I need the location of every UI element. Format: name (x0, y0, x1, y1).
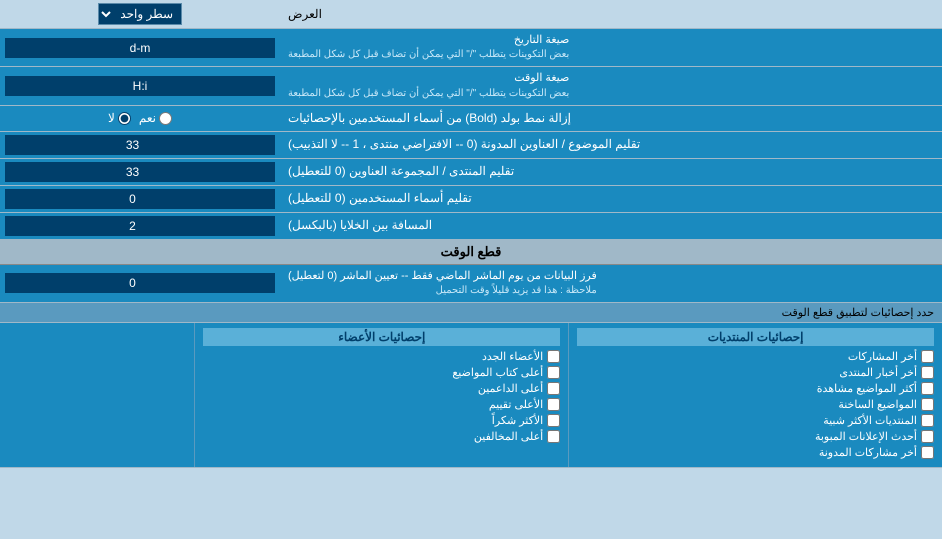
checkbox-row-10: أعلى الداعمين (203, 382, 560, 395)
checkbox-row-4: المواضيع الساخنة (577, 398, 934, 411)
cell-spacing-input-cell (0, 213, 280, 239)
checkbox-hot-topics[interactable] (921, 398, 934, 411)
time-format-input-cell (0, 67, 280, 104)
checkbox-most-viewed[interactable] (921, 382, 934, 395)
checkbox-row-8: الأعضاء الجدد (203, 350, 560, 363)
usernames-input[interactable] (5, 189, 275, 209)
topic-titles-input-cell (0, 132, 280, 158)
date-format-input-cell (0, 29, 280, 66)
date-format-input[interactable] (5, 38, 275, 58)
checkbox-row-13: أعلى المخالفين (203, 430, 560, 443)
checkbox-row-5: المنتديات الأكثر شبية (577, 414, 934, 427)
checkbox-row-1: أخر المشاركات (577, 350, 934, 363)
usernames-row: تقليم أسماء المستخدمين (0 للتعطيل) (0, 186, 942, 213)
checkboxes-col1: إحصائيات المنتديات أخر المشاركات أخر أخب… (568, 323, 942, 467)
checkboxes-col2: إحصائيات الأعضاء الأعضاء الجدد أعلى كتاب… (194, 323, 568, 467)
checkbox-top-supporters[interactable] (547, 382, 560, 395)
checkbox-most-thanked[interactable] (547, 414, 560, 427)
view-dropdown[interactable]: سطر واحد سطرين ثلاثة أسطر (98, 3, 182, 25)
forum-titles-input[interactable] (5, 162, 275, 182)
checkboxes-area: إحصائيات المنتديات أخر المشاركات أخر أخب… (0, 323, 942, 468)
bold-no-radio[interactable] (118, 112, 131, 125)
bold-yes-label[interactable]: نعم (139, 111, 172, 125)
forum-titles-input-cell (0, 159, 280, 185)
bold-remove-row: إزالة نمط بولد (Bold) من أسماء المستخدمي… (0, 106, 942, 132)
bold-yes-radio[interactable] (159, 112, 172, 125)
checkbox-most-similar[interactable] (921, 414, 934, 427)
usernames-label: تقليم أسماء المستخدمين (0 للتعطيل) (280, 186, 942, 212)
col2-title: إحصائيات الأعضاء (203, 328, 560, 346)
dropdown-cell: سطر واحد سطرين ثلاثة أسطر (0, 0, 280, 28)
checkbox-row-11: الأعلى تقييم (203, 398, 560, 411)
checkbox-row-7: أخر مشاركات المدونة (577, 446, 934, 459)
section-header-cutoff: قطع الوقت (0, 240, 942, 265)
checkbox-top-rated[interactable] (547, 398, 560, 411)
checkbox-latest-blog[interactable] (921, 446, 934, 459)
usernames-input-cell (0, 186, 280, 212)
checkbox-top-writers[interactable] (547, 366, 560, 379)
date-format-label: صيغة التاريخ بعض التكوينات يتطلب "/" الت… (280, 29, 942, 66)
cell-spacing-label: المسافة بين الخلايا (بالبكسل) (280, 213, 942, 239)
header-row: العرض سطر واحد سطرين ثلاثة أسطر (0, 0, 942, 29)
bold-remove-radio-cell: نعم لا (0, 106, 280, 131)
col1-title: إحصائيات المنتديات (577, 328, 934, 346)
checkbox-latest-posts[interactable] (921, 350, 934, 363)
time-format-input[interactable] (5, 76, 275, 96)
checkbox-row-12: الأكثر شكراً (203, 414, 560, 427)
checkbox-latest-news[interactable] (921, 366, 934, 379)
bold-remove-label: إزالة نمط بولد (Bold) من أسماء المستخدمي… (280, 106, 942, 131)
topic-titles-label: تقليم الموضوع / العناوين المدونة (0 -- ا… (280, 132, 942, 158)
cell-spacing-row: المسافة بين الخلايا (بالبكسل) (0, 213, 942, 240)
header-label: العرض (280, 0, 942, 28)
cutoff-row: فرز البيانات من يوم الماشر الماضي فقط --… (0, 265, 942, 303)
checkbox-row-2: أخر أخبار المنتدى (577, 366, 934, 379)
cutoff-input-cell (0, 265, 280, 302)
topic-titles-row: تقليم الموضوع / العناوين المدونة (0 -- ا… (0, 132, 942, 159)
time-format-row: صيغة الوقت بعض التكوينات يتطلب "/" التي … (0, 67, 942, 105)
cutoff-input[interactable] (5, 273, 275, 293)
cutoff-label: فرز البيانات من يوم الماشر الماضي فقط --… (280, 265, 942, 302)
topic-titles-input[interactable] (5, 135, 275, 155)
time-format-label: صيغة الوقت بعض التكوينات يتطلب "/" التي … (280, 67, 942, 104)
bold-no-label[interactable]: لا (108, 111, 131, 125)
checkboxes-col3 (0, 323, 194, 467)
checkbox-top-violators[interactable] (547, 430, 560, 443)
checkbox-row-6: أحدث الإعلانات المبوبة (577, 430, 934, 443)
cell-spacing-input[interactable] (5, 216, 275, 236)
checkbox-latest-classified[interactable] (921, 430, 934, 443)
checkbox-row-9: أعلى كتاب المواضيع (203, 366, 560, 379)
forum-titles-row: تقليم المنتدى / المجموعة العناوين (0 للت… (0, 159, 942, 186)
checkbox-row-3: أكثر المواضيع مشاهدة (577, 382, 934, 395)
forum-titles-label: تقليم المنتدى / المجموعة العناوين (0 للت… (280, 159, 942, 185)
date-format-row: صيغة التاريخ بعض التكوينات يتطلب "/" الت… (0, 29, 942, 67)
limit-row: حدد إحصائيات لتطبيق قطع الوقت (0, 303, 942, 323)
checkbox-new-members[interactable] (547, 350, 560, 363)
